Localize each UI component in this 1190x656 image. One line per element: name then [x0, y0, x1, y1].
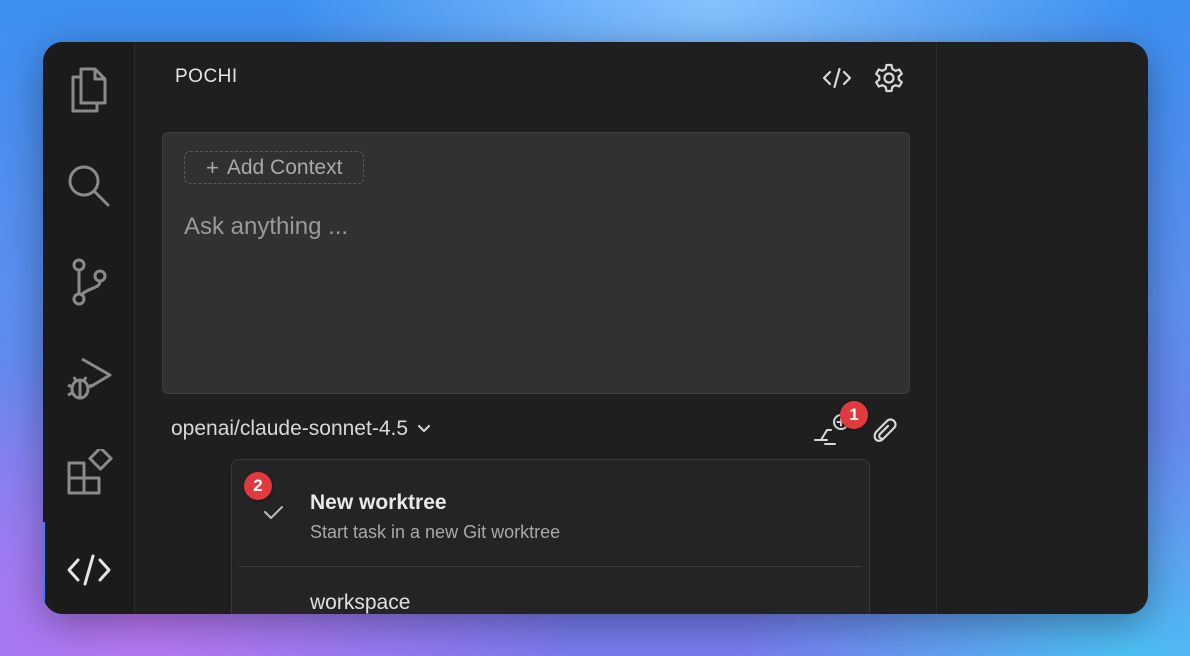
add-context-button[interactable]: + Add Context: [184, 151, 365, 184]
run-debug-icon[interactable]: [43, 344, 134, 414]
chat-input-placeholder[interactable]: Ask anything ...: [184, 213, 348, 241]
search-icon[interactable]: [43, 151, 134, 221]
worktree-option-workspace[interactable]: workspace: [232, 567, 869, 614]
chevron-down-icon: [418, 425, 431, 432]
files-icon[interactable]: [43, 55, 134, 125]
code-icon[interactable]: [819, 60, 855, 96]
paperclip-icon[interactable]: [868, 415, 902, 449]
worktree-dropdown: New worktree Start task in a new Git wor…: [231, 459, 870, 614]
model-selector[interactable]: openai/claude-sonnet-4.5: [171, 417, 432, 441]
chat-input-box[interactable]: + Add Context Ask anything ...: [162, 132, 910, 394]
code-icon[interactable]: [43, 535, 134, 605]
source-control-icon[interactable]: [43, 247, 134, 317]
editor-area: [937, 42, 1148, 614]
plus-icon: +: [206, 154, 219, 180]
worktree-option-title: New worktree: [310, 491, 447, 514]
step-badge-2: 2: [244, 472, 272, 500]
panel-title: POCHI: [175, 66, 238, 87]
add-context-label: Add Context: [226, 155, 343, 179]
extensions-icon[interactable]: [43, 438, 134, 508]
app-window: POCHI + Add Context Ask anything ... ope…: [43, 42, 1148, 614]
check-icon: [262, 504, 284, 525]
worktree-option-new[interactable]: New worktree Start task in a new Git wor…: [232, 460, 869, 566]
worktree-option-title: workspace: [310, 591, 411, 614]
step-badge-1: 1: [840, 401, 868, 429]
model-selector-value: openai/claude-sonnet-4.5: [171, 417, 409, 440]
pochi-panel: POCHI + Add Context Ask anything ... ope…: [135, 42, 937, 614]
activity-bar: [43, 42, 135, 614]
gear-icon[interactable]: [871, 60, 907, 96]
worktree-option-subtitle: Start task in a new Git worktree: [310, 522, 561, 542]
